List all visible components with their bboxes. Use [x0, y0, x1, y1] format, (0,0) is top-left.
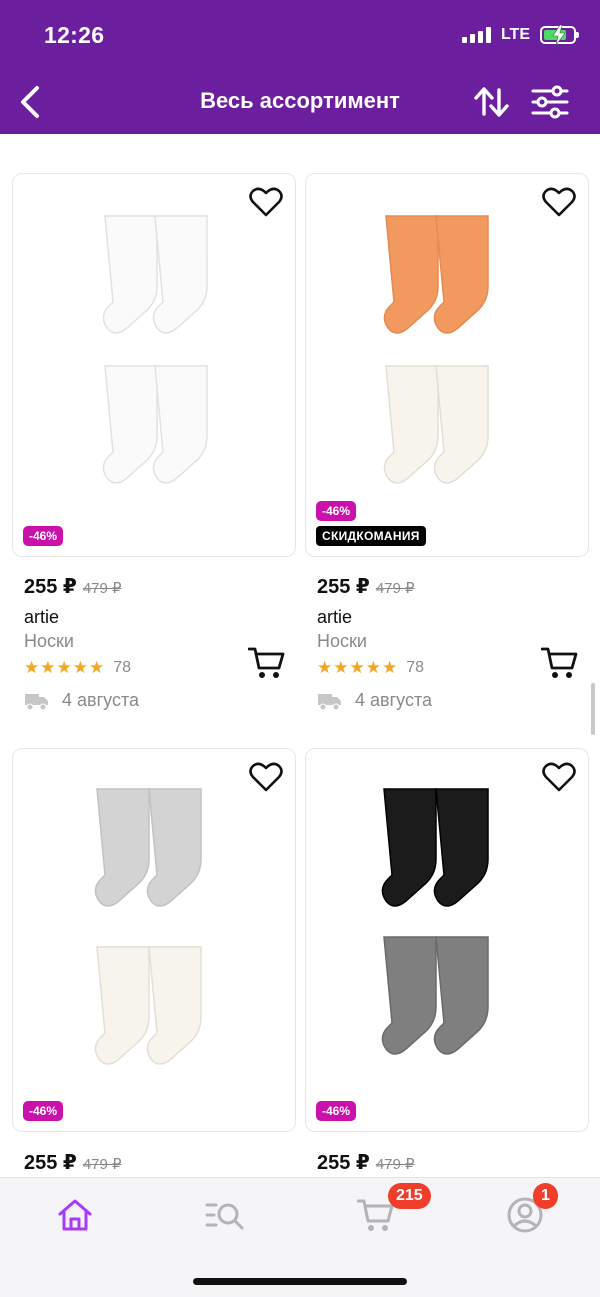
product-info: 255 ₽ 479 ₽ artie Носки ★★★★★ 78 4 авгус… — [317, 574, 577, 711]
status-time: 12:26 — [44, 22, 105, 48]
price: 255 ₽ — [24, 1152, 77, 1174]
rating-stars: ★★★★★ — [24, 658, 106, 677]
delivery-truck-icon — [318, 693, 341, 710]
product-info: 255 ₽ 479 ₽ artie Носки ★★★★★ 78 4 авгус… — [24, 574, 284, 711]
brand: artie — [24, 607, 60, 627]
category: Носки — [317, 631, 367, 651]
home-indicator — [193, 1278, 407, 1285]
discount-badge: -46% — [316, 1101, 357, 1121]
discount-badge: -46% — [23, 526, 64, 546]
heart-icon[interactable] — [249, 186, 283, 218]
filter-sliders-icon — [531, 85, 569, 119]
tab-catalog[interactable] — [200, 1190, 250, 1240]
signal-icon — [461, 27, 491, 43]
old-price: 479 ₽ — [375, 1156, 415, 1173]
delivery-date: 4 августа — [355, 690, 433, 710]
review-count: 78 — [113, 659, 131, 676]
product-image-white-socks — [102, 215, 208, 484]
product-info: 255 ₽ 479 ₽ — [24, 1150, 284, 1175]
rating-stars: ★★★★★ — [317, 658, 399, 677]
battery-icon — [540, 25, 579, 45]
discount-badge: -46% — [23, 1101, 64, 1121]
old-price: 479 ₽ — [82, 580, 122, 597]
heart-icon[interactable] — [249, 761, 283, 793]
sort-button[interactable] — [472, 84, 512, 120]
old-price: 479 ₽ — [82, 1156, 122, 1173]
price: 255 ₽ — [317, 576, 370, 598]
status-icons: LTE — [461, 25, 579, 45]
sort-icon — [474, 87, 509, 117]
search-list-icon — [205, 1203, 244, 1230]
product-card[interactable]: -46% — [12, 748, 296, 1132]
category: Носки — [24, 631, 74, 651]
product-card[interactable]: -46% СКИДКОМАНИЯ — [305, 173, 589, 557]
product-image-orange-white-socks — [383, 215, 489, 484]
heart-icon[interactable] — [542, 761, 576, 793]
price: 255 ₽ — [317, 1152, 370, 1174]
cart-count-badge: 215 — [388, 1183, 431, 1209]
product-card[interactable]: -46% — [305, 748, 589, 1132]
price: 255 ₽ — [24, 576, 77, 598]
network-label: LTE — [500, 26, 530, 43]
promo-badge: СКИДКОМАНИЯ — [316, 526, 426, 546]
product-image-black-grey-socks — [381, 788, 489, 1055]
delivery-date: 4 августа — [62, 690, 140, 710]
filter-button[interactable] — [530, 84, 570, 120]
home-icon — [58, 1199, 92, 1231]
heart-icon[interactable] — [542, 186, 576, 218]
tab-home[interactable] — [50, 1190, 100, 1240]
profile-notification-badge: 1 — [533, 1183, 558, 1209]
product-info: 255 ₽ 479 ₽ — [317, 1150, 577, 1175]
app-header: 12:26 LTE Весь ассортимент — [0, 0, 600, 134]
old-price: 479 ₽ — [375, 580, 415, 597]
delivery-truck-icon — [25, 693, 48, 710]
review-count: 78 — [406, 659, 424, 676]
discount-badge: -46% — [316, 501, 357, 521]
add-to-cart-button[interactable] — [541, 646, 579, 680]
add-to-cart-button[interactable] — [248, 646, 286, 680]
product-card[interactable]: -46% — [12, 173, 296, 557]
scrollbar[interactable] — [591, 683, 595, 735]
product-image-grey-white-socks — [94, 788, 202, 1065]
brand: artie — [317, 607, 353, 627]
